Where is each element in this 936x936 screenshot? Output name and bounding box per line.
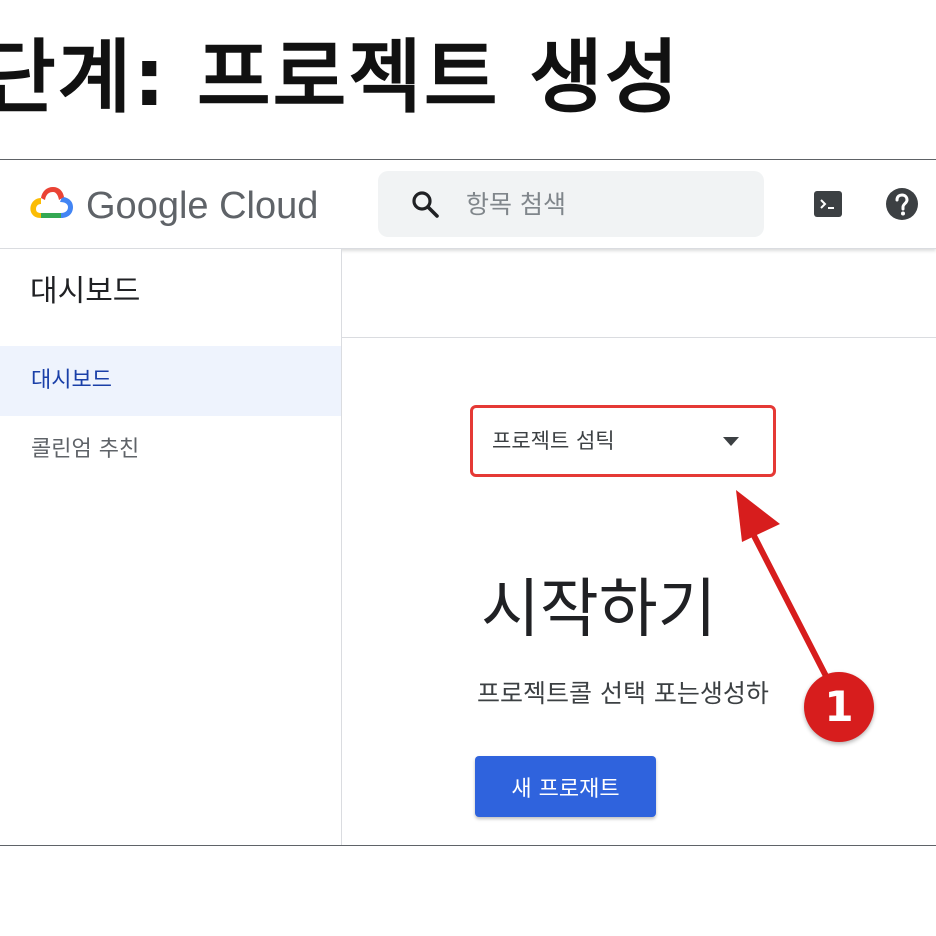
annotation-step-badge: 1	[804, 672, 874, 742]
project-selector-label: 프로젝트 섬틱	[492, 429, 615, 453]
sidebar-item-recommendations[interactable]: 콜린엄 추친	[31, 432, 139, 468]
search-input[interactable]	[466, 182, 746, 226]
google-cloud-wordmark[interactable]: Google Cloud	[86, 180, 318, 232]
page: 단계: 프로젝트 생성 Google Cloud 대시보드 대시보드 콜린엄 추…	[0, 0, 936, 936]
slide-title: 단계: 프로젝트 생성	[0, 31, 681, 124]
left-nav	[0, 249, 342, 845]
terminal-icon[interactable]	[813, 190, 843, 218]
sidebar-title: 대시보드	[30, 274, 141, 309]
getting-started-heading: 시작하기	[481, 573, 717, 647]
sidebar-item-dashboard[interactable]: 대시보드	[0, 346, 341, 416]
search-icon	[412, 191, 439, 218]
main-header-divider	[341, 337, 936, 338]
dropdown-caret-icon[interactable]	[721, 434, 741, 448]
sidebar-item-label: 대시보드	[31, 368, 112, 393]
new-project-button[interactable]: 새 프로재트	[475, 756, 656, 817]
screenshot-bottom-border	[0, 845, 936, 846]
google-cloud-logo-icon[interactable]	[27, 184, 75, 222]
help-icon[interactable]	[885, 187, 919, 221]
